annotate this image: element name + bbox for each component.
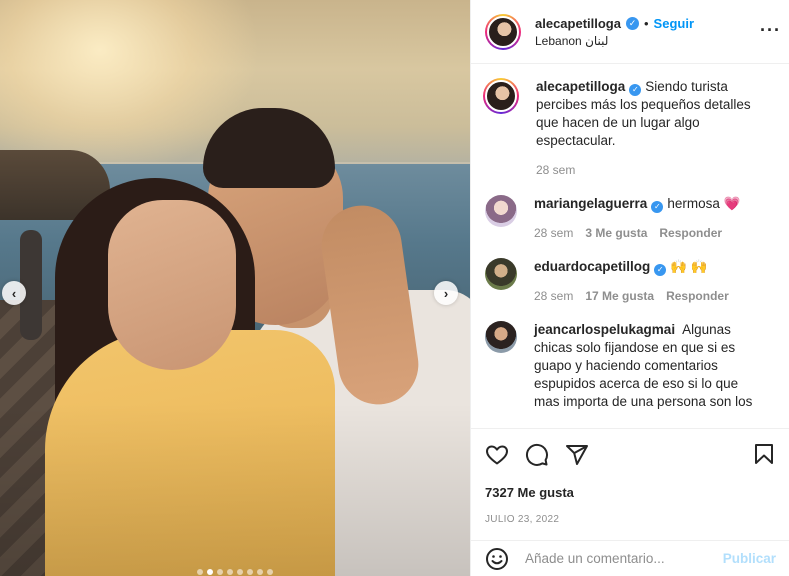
avatar[interactable] — [485, 258, 517, 290]
comment-item: mariangelaguerra ✓ hermosa 💗 28 sem 3 Me g… — [485, 195, 789, 242]
comment-time[interactable]: 28 sem — [534, 287, 573, 305]
caption-meta: 28 sem — [536, 161, 768, 179]
comment-time[interactable]: 28 sem — [534, 224, 573, 242]
emoji-icon[interactable] — [485, 547, 509, 571]
carousel-next-button[interactable]: › — [434, 281, 458, 305]
comments-list[interactable]: alecapetilloga ✓ Siendo turista percibes m… — [471, 64, 789, 428]
comment-text: hermosa — [667, 196, 720, 211]
comment-body: jeancarlospelukagmai Algunas chicas solo… — [534, 321, 766, 411]
photo-shade — [0, 0, 470, 576]
carousel-dot — [257, 569, 263, 575]
comment-likes[interactable]: 17 Me gusta — [585, 287, 654, 305]
comment-body: eduardocapetillog ✓ 🙌 🙌 28 sem 17 Me gusta… — [534, 258, 766, 305]
user-row: alecapetilloga ✓ • Seguir — [535, 16, 694, 31]
username-link[interactable]: alecapetilloga — [535, 16, 621, 31]
carousel-dot — [237, 569, 243, 575]
post-photo[interactable]: ‹ › — [0, 0, 470, 576]
comment-username[interactable]: mariangelaguerra — [534, 196, 647, 211]
bookmark-icon[interactable] — [752, 442, 776, 466]
caption-username[interactable]: alecapetilloga — [536, 79, 625, 94]
post-comment-button[interactable]: Publicar — [723, 551, 776, 566]
carousel-dot — [227, 569, 233, 575]
carousel-dot — [217, 569, 223, 575]
comment-input[interactable] — [525, 551, 723, 566]
carousel-dot — [267, 569, 273, 575]
comment-meta: 28 sem 3 Me gusta Responder — [534, 224, 766, 242]
chevron-right-icon: › — [443, 285, 449, 301]
reply-button[interactable]: Responder — [659, 224, 722, 242]
post-panel: alecapetilloga ✓ • Seguir Lebanon لبنان … — [470, 0, 789, 576]
carousel-dot — [197, 569, 203, 575]
action-row — [485, 441, 776, 469]
chevron-left-icon: ‹ — [11, 285, 17, 301]
header-text: alecapetilloga ✓ • Seguir Lebanon لبنان — [535, 16, 694, 48]
verified-icon: ✓ — [629, 84, 642, 96]
avatar[interactable] — [483, 78, 519, 114]
comment-username[interactable]: eduardocapetillog — [534, 259, 650, 274]
comment-item: eduardocapetillog ✓ 🙌 🙌 28 sem 17 Me gusta… — [485, 258, 789, 305]
avatar-image — [485, 80, 517, 112]
caption-body: alecapetilloga ✓ Siendo turista percibes m… — [536, 78, 768, 179]
comment-username[interactable]: jeancarlospelukagmai — [534, 322, 675, 337]
raised-hands-emoji: 🙌 🙌 — [670, 259, 708, 274]
avatar[interactable] — [485, 321, 517, 353]
comment-body: mariangelaguerra ✓ hermosa 💗 28 sem 3 Me g… — [534, 195, 766, 242]
follow-button[interactable]: Seguir — [654, 16, 694, 31]
verified-icon: ✓ — [654, 264, 667, 276]
caption-time[interactable]: 28 sem — [536, 161, 575, 179]
reply-button[interactable]: Responder — [666, 287, 729, 305]
post-actions: 7327 Me gusta JULIO 23, 2022 — [471, 428, 789, 525]
verified-icon: ✓ — [625, 16, 639, 30]
carousel-dots — [0, 569, 470, 575]
heart-icon[interactable] — [485, 443, 509, 467]
heart-emoji: 💗 — [723, 196, 741, 211]
carousel-dot — [207, 569, 213, 575]
add-comment-bar: Publicar — [471, 540, 789, 576]
separator-dot: • — [643, 15, 649, 31]
carousel-dot — [247, 569, 253, 575]
comment-icon[interactable] — [525, 443, 549, 467]
comment-likes[interactable]: 3 Me gusta — [585, 224, 647, 242]
likes-count[interactable]: 7327 Me gusta — [485, 485, 776, 500]
post-header: alecapetilloga ✓ • Seguir Lebanon لبنان … — [471, 0, 789, 64]
location-link[interactable]: Lebanon لبنان — [535, 34, 694, 48]
comment-item: jeancarlospelukagmai Algunas chicas solo… — [485, 321, 789, 411]
comment-meta: 28 sem 17 Me gusta Responder — [534, 287, 766, 305]
carousel-prev-button[interactable]: ‹ — [2, 281, 26, 305]
caption: alecapetilloga ✓ Siendo turista percibes m… — [483, 78, 789, 179]
post-date[interactable]: JULIO 23, 2022 — [485, 514, 776, 525]
avatar-image — [487, 15, 519, 48]
more-icon[interactable]: ··· — [760, 20, 781, 41]
avatar[interactable] — [485, 195, 517, 227]
verified-icon: ✓ — [651, 201, 664, 213]
share-icon[interactable] — [565, 443, 589, 467]
avatar[interactable] — [485, 13, 521, 50]
